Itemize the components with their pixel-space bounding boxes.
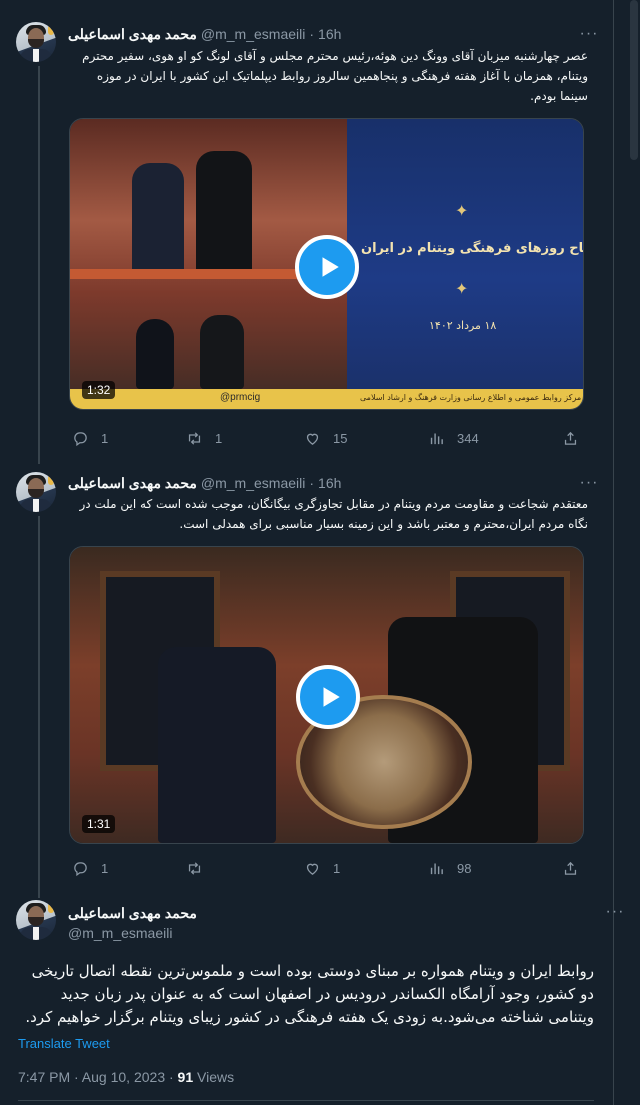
like-count: 15 xyxy=(333,431,348,446)
views-button[interactable]: 98 xyxy=(428,860,471,877)
share-button[interactable] xyxy=(562,430,579,447)
share-button[interactable] xyxy=(562,860,579,877)
translate-tweet-link[interactable]: Translate Tweet xyxy=(18,1036,110,1051)
retweet-icon xyxy=(188,862,201,875)
video-person xyxy=(200,315,244,389)
tweet-text: عصر چهارشنبه میزبان آقای وونگ دین هوئه،ر… xyxy=(82,49,588,103)
more-horizontal-icon[interactable]: ··· xyxy=(604,902,626,922)
video-person xyxy=(132,163,184,273)
heart-icon xyxy=(306,433,319,445)
retweet-button[interactable] xyxy=(186,860,215,877)
video-person xyxy=(196,151,252,273)
avatar[interactable] xyxy=(16,472,56,512)
ornament-icon: ✦ xyxy=(455,203,469,220)
share-icon xyxy=(564,431,577,445)
tweet-time[interactable]: 16h xyxy=(318,475,341,491)
main-tweet-text: روابط ایران و ویتنام همواره بر مبنای دوس… xyxy=(25,962,594,1026)
retweet-button[interactable]: 1 xyxy=(186,430,222,447)
bar-chart-icon xyxy=(430,863,443,875)
scrollbar-thumb[interactable] xyxy=(630,0,638,160)
reply-button[interactable]: 1 xyxy=(72,430,108,447)
reply-icon xyxy=(74,432,87,447)
ornament-icon: ✦ xyxy=(455,281,469,298)
author-handle[interactable]: @m_m_esmaeili xyxy=(68,925,172,941)
separator-dot: · xyxy=(309,26,315,42)
author-handle[interactable]: @m_m_esmaeili xyxy=(201,26,305,42)
tweet-1[interactable]: محمد مهدی اسماعیلی @m_m_esmaeili · 16h ·… xyxy=(0,0,614,462)
tweet-text: معتقدم شجاعت و مقاومت مردم ویتنام در مقا… xyxy=(79,497,588,531)
avatar[interactable] xyxy=(16,900,56,940)
views-label: Views xyxy=(197,1069,235,1085)
author-name[interactable]: محمد مهدی اسماعیلی xyxy=(68,475,197,492)
tweet-actions: 1 1 15 344 xyxy=(68,430,588,450)
video-person xyxy=(136,319,174,389)
retweet-count: 1 xyxy=(215,431,223,446)
share-icon xyxy=(564,861,577,875)
like-button[interactable]: 1 xyxy=(304,860,340,877)
more-horizontal-icon[interactable]: ··· xyxy=(578,473,600,493)
bar-chart-icon xyxy=(430,433,443,445)
divider xyxy=(18,1100,594,1101)
video-person xyxy=(158,647,276,843)
tweet-actions: 1 1 98 xyxy=(68,860,588,880)
author-name[interactable]: محمد مهدی اسماعیلی xyxy=(68,905,197,922)
tweet-time[interactable]: 16h xyxy=(318,26,341,42)
reply-count: 1 xyxy=(101,431,109,446)
avatar[interactable] xyxy=(16,22,56,62)
heart-icon xyxy=(306,863,319,875)
video-duration: 1:32 xyxy=(82,381,116,399)
video-banner-title: افتتاح روزهای فرهنگی ویتنام در ایران xyxy=(361,241,584,256)
video-duration: 1:31 xyxy=(82,815,116,833)
tweet-timestamp[interactable]: 7:47 PM · Aug 10, 2023 · xyxy=(18,1069,174,1085)
reply-icon xyxy=(74,862,87,877)
like-count: 1 xyxy=(333,861,341,876)
play-icon[interactable] xyxy=(296,665,360,729)
reply-button[interactable]: 1 xyxy=(72,860,108,877)
views-count: 98 xyxy=(457,861,472,876)
views-button[interactable]: 344 xyxy=(428,430,479,447)
video-footer-text: مرکز روابط عمومی و اطلاع رسانی وزارت فره… xyxy=(360,393,582,402)
scrollbar[interactable] xyxy=(628,0,640,1105)
video-banner-date: ۱۸ مرداد ۱۴۰۲ xyxy=(429,319,497,332)
separator-dot: · xyxy=(309,475,315,491)
views-count: 344 xyxy=(457,431,479,446)
retweet-icon xyxy=(188,432,201,445)
video-player[interactable]: 1:31 xyxy=(69,546,584,844)
like-button[interactable]: 15 xyxy=(304,430,347,447)
views-count: 91 xyxy=(177,1069,194,1085)
reply-count: 1 xyxy=(101,861,109,876)
tweet-meta: 7:47 PM · Aug 10, 2023 · 91 Views xyxy=(18,1069,234,1085)
tweet-2[interactable]: محمد مهدی اسماعیلی @m_m_esmaeili · 16h ·… xyxy=(0,462,614,890)
author-handle[interactable]: @m_m_esmaeili xyxy=(201,475,305,491)
author-name[interactable]: محمد مهدی اسماعیلی xyxy=(68,26,197,43)
play-icon[interactable] xyxy=(295,235,359,299)
video-frame-right: ✦ افتتاح روزهای فرهنگی ویتنام در ایران ✦… xyxy=(347,119,584,409)
video-footer-handle: @prmcig xyxy=(220,392,261,403)
video-footer-strip: مرکز روابط عمومی و اطلاع رسانی وزارت فره… xyxy=(70,389,583,409)
video-player[interactable]: ✦ افتتاح روزهای فرهنگی ویتنام در ایران ✦… xyxy=(69,118,584,410)
more-horizontal-icon[interactable]: ··· xyxy=(578,24,600,44)
